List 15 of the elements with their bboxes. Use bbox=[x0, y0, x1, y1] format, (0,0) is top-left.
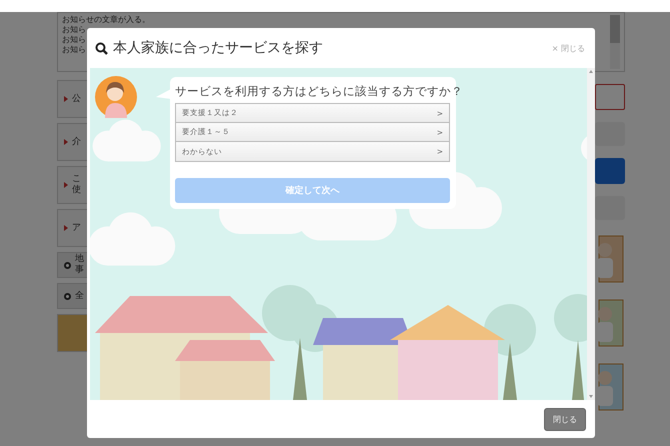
input-field[interactable] bbox=[595, 84, 625, 110]
avatar-icon bbox=[95, 76, 137, 118]
notice-text: お知らせの文章が入る。 bbox=[62, 15, 150, 25]
search-button[interactable] bbox=[595, 158, 625, 184]
dialog-title: 本人家族に合ったサービスを探す bbox=[113, 39, 324, 57]
side-panel bbox=[595, 196, 625, 220]
scrollbar[interactable] bbox=[610, 15, 620, 69]
side-panel bbox=[595, 122, 625, 146]
scrollbar[interactable] bbox=[587, 68, 595, 400]
notice-text: お知ら bbox=[62, 35, 86, 45]
notice-text: お知ら bbox=[62, 45, 86, 55]
question-text: サービスを利用する方はどちらに該当する方ですか？ bbox=[175, 83, 463, 99]
search-icon bbox=[95, 42, 108, 54]
notice-text: お知ら bbox=[62, 25, 86, 35]
close-button[interactable]: 閉じる bbox=[544, 408, 586, 430]
